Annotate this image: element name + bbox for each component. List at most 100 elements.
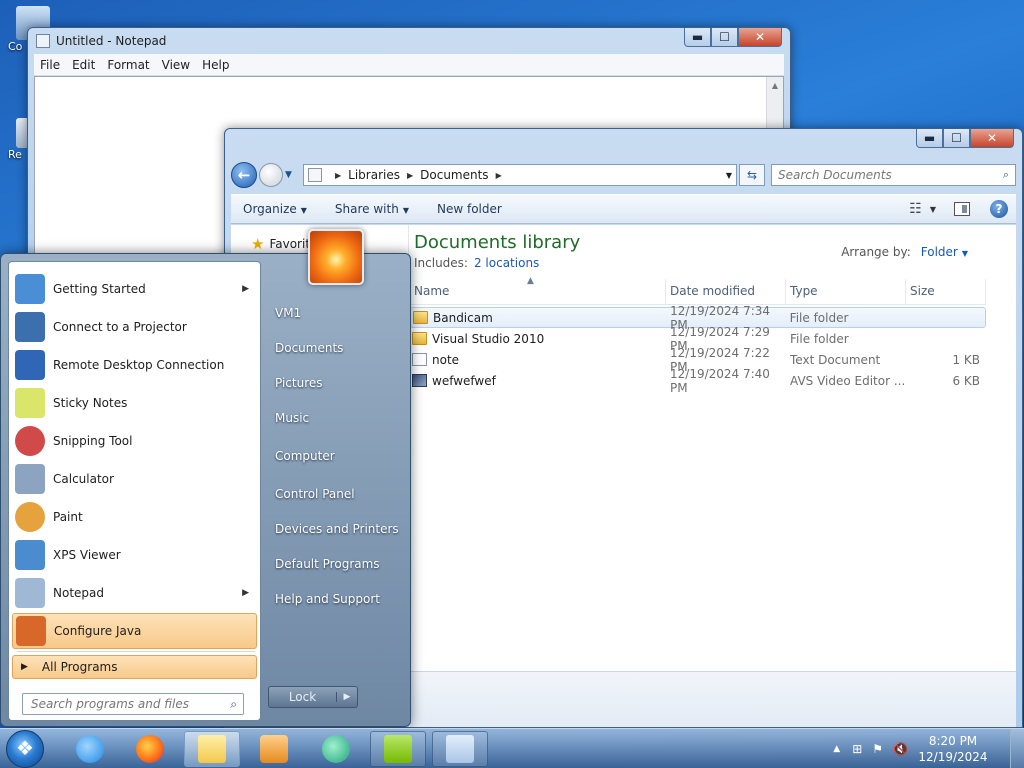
- address-bar[interactable]: ▶ Libraries ▶ Documents ▶ ▼: [303, 164, 737, 186]
- forward-button[interactable]: [259, 163, 283, 187]
- file-name: wefwefwef: [432, 373, 496, 388]
- column-header-name[interactable]: ▲ Name: [410, 276, 666, 304]
- maximize-button[interactable]: ☐: [711, 28, 738, 47]
- share-with-button[interactable]: Share with ▼: [335, 202, 409, 216]
- show-hidden-icons-icon[interactable]: ▲: [833, 744, 840, 754]
- paint-palette-icon: [15, 502, 45, 532]
- desktop-icon-label: Re: [8, 148, 22, 161]
- chevron-down-icon[interactable]: ▼: [930, 205, 936, 214]
- window-controls: ▬ ☐ ✕: [684, 28, 782, 47]
- menu-file[interactable]: File: [34, 58, 66, 72]
- taskbar-firefox[interactable]: [122, 731, 178, 767]
- volume-muted-icon[interactable]: 🔇: [893, 742, 908, 756]
- menu-edit[interactable]: Edit: [66, 58, 101, 72]
- breadcrumb-separator-icon[interactable]: ▶: [335, 171, 341, 180]
- view-options-icon[interactable]: ☷: [909, 201, 922, 217]
- chevron-down-icon: ▼: [300, 206, 307, 215]
- program-snipping-tool[interactable]: Snipping Tool: [12, 423, 257, 459]
- arrange-by-dropdown[interactable]: Folder: [921, 245, 958, 259]
- program-calculator[interactable]: Calculator: [12, 461, 257, 497]
- program-connect-projector[interactable]: Connect to a Projector: [12, 309, 257, 345]
- back-button[interactable]: ←: [231, 162, 257, 188]
- refresh-button[interactable]: ⇆: [739, 164, 765, 186]
- link-default-programs[interactable]: Default Programs: [275, 557, 380, 571]
- submenu-arrow-icon[interactable]: ▶: [242, 284, 249, 294]
- link-documents[interactable]: Documents: [275, 341, 343, 355]
- taskbar-notepad[interactable]: [432, 731, 488, 767]
- taskbar-nvidia[interactable]: [370, 731, 426, 767]
- chevron-down-icon[interactable]: ▼: [962, 249, 968, 258]
- program-paint[interactable]: Paint: [12, 499, 257, 535]
- search-icon[interactable]: ⌕: [1003, 168, 1009, 182]
- scissors-icon: [15, 426, 45, 456]
- file-type: Text Document: [790, 352, 881, 367]
- close-button[interactable]: ✕: [738, 28, 782, 47]
- recent-pages-icon[interactable]: ▼: [285, 170, 297, 180]
- search-icon[interactable]: ⌕: [230, 697, 237, 712]
- link-devices-printers[interactable]: Devices and Printers: [275, 522, 399, 536]
- breadcrumb-separator-icon[interactable]: ▶: [496, 171, 502, 180]
- network-icon[interactable]: ⊞: [852, 742, 862, 756]
- taskbar-bandicam[interactable]: [308, 731, 364, 767]
- start-search-input[interactable]: Search programs and files ⌕: [22, 693, 244, 715]
- action-center-flag-icon[interactable]: ⚑: [872, 742, 883, 756]
- program-notepad[interactable]: Notepad ▶: [12, 575, 257, 611]
- scroll-up-icon[interactable]: ▲: [767, 77, 783, 94]
- show-desktop-button[interactable]: [1010, 729, 1024, 768]
- taskbar: ▲ ⊞ ⚑ 🔇 8:20 PM 12/19/2024: [0, 728, 1024, 768]
- menu-view[interactable]: View: [156, 58, 196, 72]
- all-programs-button[interactable]: ▶ All Programs: [12, 655, 257, 679]
- maximize-button[interactable]: ☐: [943, 129, 970, 148]
- link-user-folder[interactable]: VM1: [275, 306, 301, 320]
- organize-button[interactable]: Organize ▼: [243, 202, 307, 216]
- program-configure-java[interactable]: Configure Java: [12, 613, 257, 649]
- start-menu-links: VM1 Documents Pictures Music Computer Co…: [263, 254, 411, 726]
- new-folder-button[interactable]: New folder: [437, 202, 502, 216]
- user-picture: [308, 229, 364, 285]
- taskbar-internet-explorer[interactable]: [62, 731, 118, 767]
- column-header-date[interactable]: Date modified: [666, 279, 786, 304]
- taskbar-media-player[interactable]: [246, 731, 302, 767]
- search-input[interactable]: Search Documents ⌕: [771, 164, 1016, 186]
- close-button[interactable]: ✕: [970, 129, 1014, 148]
- program-xps-viewer[interactable]: XPS Viewer: [12, 537, 257, 573]
- program-getting-started[interactable]: Getting Started ▶: [12, 271, 257, 307]
- xps-viewer-icon: [15, 540, 45, 570]
- file-row[interactable]: wefwefwef 12/19/2024 7:40 PM AVS Video E…: [410, 367, 986, 395]
- file-rows: Bandicam 12/19/2024 7:34 PM File folder …: [410, 304, 986, 395]
- breadcrumb-libraries[interactable]: Libraries: [348, 168, 400, 182]
- program-sticky-notes[interactable]: Sticky Notes: [12, 385, 257, 421]
- system-clock[interactable]: 8:20 PM 12/19/2024: [918, 733, 988, 765]
- file-type: File folder: [789, 310, 849, 325]
- link-help-support[interactable]: Help and Support: [275, 592, 380, 606]
- help-icon[interactable]: ?: [990, 200, 1008, 218]
- menu-help[interactable]: Help: [196, 58, 235, 72]
- getting-started-icon: [15, 274, 45, 304]
- column-header-type[interactable]: Type: [786, 279, 906, 304]
- column-header-size[interactable]: Size: [906, 279, 986, 304]
- minimize-button[interactable]: ▬: [916, 129, 943, 148]
- breadcrumb-separator-icon[interactable]: ▶: [407, 171, 413, 180]
- taskbar-windows-explorer[interactable]: [184, 731, 240, 767]
- text-file-icon: [412, 353, 427, 366]
- preview-pane-icon[interactable]: [954, 202, 970, 216]
- notepad-icon: [15, 578, 45, 608]
- program-remote-desktop[interactable]: Remote Desktop Connection: [12, 347, 257, 383]
- link-pictures[interactable]: Pictures: [275, 376, 323, 390]
- bandicam-icon: [322, 735, 350, 763]
- shutdown-options-icon[interactable]: ▶: [336, 692, 357, 702]
- lock-button[interactable]: Lock ▶: [268, 686, 358, 708]
- start-menu: Getting Started ▶ Connect to a Projector …: [0, 253, 411, 727]
- link-music[interactable]: Music: [275, 411, 309, 425]
- notepad-titlebar[interactable]: Untitled - Notepad: [28, 28, 790, 54]
- chevron-down-icon[interactable]: ▼: [726, 171, 732, 180]
- locations-link[interactable]: 2 locations: [474, 256, 539, 270]
- submenu-arrow-icon[interactable]: ▶: [242, 588, 249, 598]
- breadcrumb-documents[interactable]: Documents: [420, 168, 488, 182]
- minimize-button[interactable]: ▬: [684, 28, 711, 47]
- link-control-panel[interactable]: Control Panel: [275, 487, 355, 501]
- start-button[interactable]: [6, 730, 44, 768]
- menu-format[interactable]: Format: [101, 58, 155, 72]
- file-name: Visual Studio 2010: [432, 331, 545, 346]
- link-computer[interactable]: Computer: [275, 449, 335, 463]
